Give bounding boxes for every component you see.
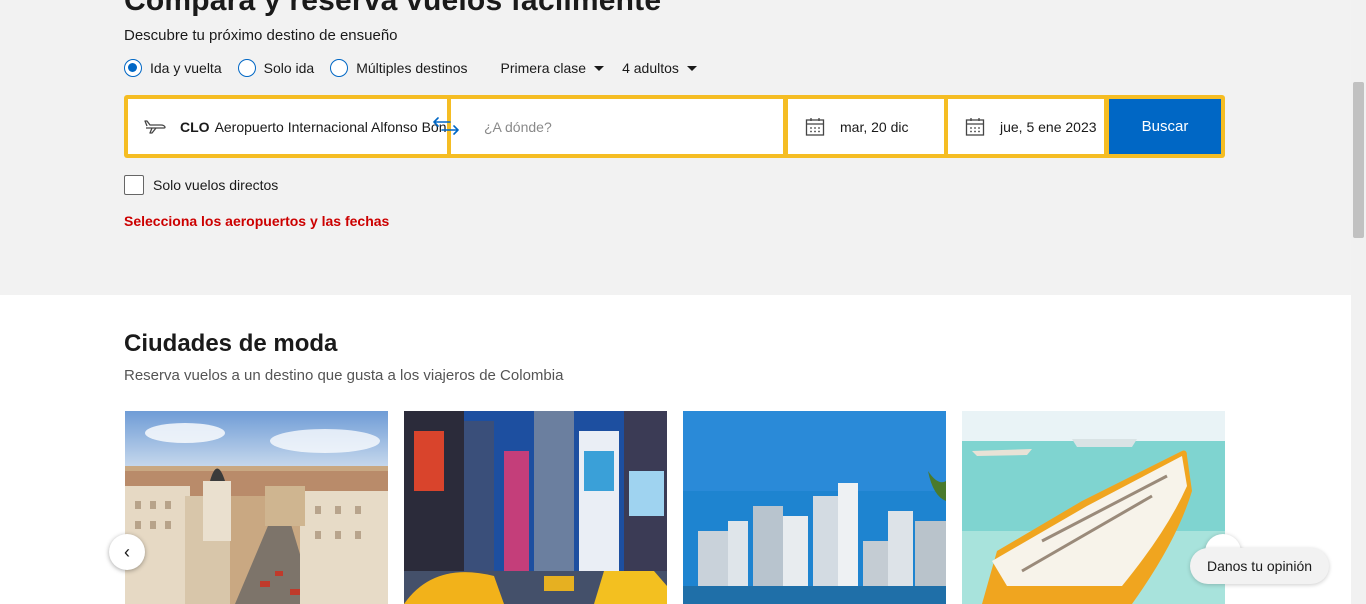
radio-label: Solo ida [263, 60, 315, 76]
chevron-left-icon: ‹ [124, 541, 130, 562]
trending-subheading: Reserva vuelos a un destino que gusta a … [124, 367, 564, 384]
trip-options: Ida y vuelta Solo ida Múltiples destinos… [124, 57, 697, 79]
carousel-prev-button[interactable]: ‹ [109, 534, 145, 570]
direct-flights-label: Solo vuelos directos [153, 177, 279, 193]
city-card[interactable] [683, 411, 946, 604]
swap-icon[interactable] [431, 115, 461, 137]
origin-code: CLO [180, 118, 210, 135]
city-image [683, 411, 946, 604]
radio-circle [330, 59, 349, 77]
direct-flights-checkbox[interactable]: Solo vuelos directos [124, 175, 278, 195]
calendar-icon [805, 117, 825, 137]
passengers-label: 4 adultos [622, 60, 679, 76]
origin-field[interactable]: CLO Aeropuerto Internacional Alfonso Bon… [128, 99, 447, 154]
radio-round-trip[interactable]: Ida y vuelta [124, 59, 222, 77]
error-message: Selecciona los aeropuertos y las fechas [124, 213, 390, 229]
chevron-down-icon [686, 65, 697, 71]
departure-date: mar, 20 dic [840, 118, 909, 135]
radio-multi-city[interactable]: Múltiples destinos [330, 59, 467, 77]
city-card[interactable] [125, 411, 388, 604]
destination-field[interactable]: ¿A dónde? [451, 99, 783, 154]
chevron-down-icon [594, 65, 605, 71]
cabin-class-dropdown[interactable]: Primera clase [500, 60, 605, 76]
radio-label: Múltiples destinos [356, 60, 468, 76]
city-card[interactable] [962, 411, 1225, 604]
checkbox-box [124, 175, 144, 195]
search-button[interactable]: Buscar [1109, 99, 1221, 154]
departure-date-field[interactable]: mar, 20 dic [788, 99, 944, 154]
airplane-icon [144, 119, 166, 135]
passengers-dropdown[interactable]: 4 adultos [622, 60, 697, 76]
feedback-button[interactable]: Danos tu opinión [1190, 548, 1329, 584]
page-subtitle: Descubre tu próximo destino de ensueño [124, 27, 398, 44]
calendar-icon [965, 117, 985, 137]
return-date: jue, 5 ene 2023 [1000, 118, 1097, 135]
page-title: Compara y reserva vuelos fácilmente [124, 0, 662, 17]
destination-placeholder: ¿A dónde? [484, 118, 552, 135]
search-bar: CLO Aeropuerto Internacional Alfonso Bon… [124, 95, 1225, 158]
city-image [404, 411, 667, 604]
city-card[interactable] [404, 411, 667, 604]
scrollbar-thumb[interactable] [1353, 82, 1364, 238]
radio-label: Ida y vuelta [150, 60, 222, 76]
return-date-field[interactable]: jue, 5 ene 2023 [948, 99, 1104, 154]
origin-name: Aeropuerto Internacional Alfonso Bonilla… [214, 118, 447, 135]
radio-circle [237, 59, 256, 77]
trending-heading: Ciudades de moda [124, 330, 338, 357]
radio-circle-checked [124, 59, 142, 77]
cabin-class-label: Primera clase [500, 60, 587, 76]
radio-one-way[interactable]: Solo ida [237, 59, 315, 77]
city-image [962, 411, 1225, 604]
city-image [125, 411, 388, 604]
